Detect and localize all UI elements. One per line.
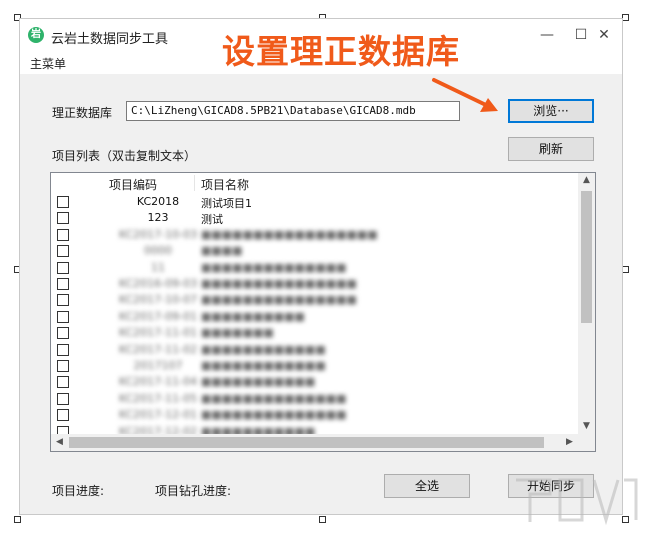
column-separator[interactable] xyxy=(194,175,195,191)
watermark-logo-icon xyxy=(516,478,638,526)
project-code-cell: 123 xyxy=(147,211,169,225)
row-checkbox[interactable] xyxy=(57,294,69,307)
list-header: 项目编码 项目名称 xyxy=(51,173,571,193)
db-label: 理正数据库 xyxy=(52,106,113,120)
project-code-cell: KC2017-11-04 xyxy=(118,375,198,389)
scroll-up-arrow-icon[interactable]: ▲ xyxy=(578,175,595,185)
project-name-cell: ■■■■■■■■■■■■ xyxy=(201,342,326,356)
row-checkbox[interactable] xyxy=(57,261,69,274)
row-checkbox[interactable] xyxy=(57,212,69,225)
annotation-callout: 设置理正数据库 xyxy=(222,32,460,71)
project-name-cell: 测试 xyxy=(201,213,223,227)
list-row[interactable]: 2017107 ■■■■■■■■■■■■ xyxy=(51,359,571,375)
list-row[interactable]: KC2017-11-05 ■■■■■■■■■■■■■■ xyxy=(51,392,571,408)
column-header-name[interactable]: 项目名称 xyxy=(201,176,249,193)
scroll-right-arrow-icon[interactable]: ▶ xyxy=(561,437,578,447)
vertical-scroll-thumb[interactable] xyxy=(581,191,592,323)
close-button[interactable]: ✕ xyxy=(591,25,617,45)
list-row[interactable]: KC2017-09-01 ■■■■■■■■■■ xyxy=(51,310,571,326)
row-checkbox[interactable] xyxy=(57,228,69,241)
list-row[interactable]: KC2017-11-01 ■■■■■■■ xyxy=(51,326,571,342)
row-checkbox[interactable] xyxy=(57,327,69,340)
list-row[interactable]: KC2017-11-02 ■■■■■■■■■■■■ xyxy=(51,343,571,359)
project-name-cell: 测试项目1 xyxy=(201,197,252,210)
browse-button[interactable]: 浏览··· xyxy=(508,99,594,123)
row-checkbox[interactable] xyxy=(57,392,69,405)
refresh-button[interactable]: 刷新 xyxy=(508,137,594,161)
row-checkbox[interactable] xyxy=(57,196,69,208)
column-header-code[interactable]: 项目编码 xyxy=(109,176,157,193)
window-title: 云岩土数据同步工具 xyxy=(51,32,169,47)
list-row[interactable]: KC2017-10-07 ■■■■■■■■■■■■■■■ xyxy=(51,293,571,309)
list-row[interactable]: KC2017-12-01 ■■■■■■■■■■■■■■ xyxy=(51,408,571,424)
project-list-label: 项目列表（双击复制文本） xyxy=(52,149,197,163)
project-code-cell: KC2017-12-01 xyxy=(118,408,198,422)
row-checkbox[interactable] xyxy=(57,245,69,258)
project-name-cell: ■■■■ xyxy=(201,244,243,258)
select-all-button[interactable]: 全选 xyxy=(384,474,470,498)
list-row[interactable]: KC2016-09-03 ■■■■■■■■■■■■■■■ xyxy=(51,277,571,293)
row-checkbox[interactable] xyxy=(57,376,69,389)
project-code-cell: KC2017-09-01 xyxy=(118,309,198,323)
project-list[interactable]: 项目编码 项目名称 KC2018 测试项目1 123 测试 KC2017-10-03 ■■… xyxy=(50,172,596,452)
project-code-cell: KC2017-11-01 xyxy=(118,326,198,340)
project-code-cell: KC2016-09-03 xyxy=(118,277,198,290)
project-code-cell: KC2017-10-07 xyxy=(118,293,198,307)
project-name-cell: ■■■■■■■■■■■■■■ xyxy=(201,391,347,405)
row-checkbox[interactable] xyxy=(57,310,69,323)
list-row[interactable]: KC2017-11-04 ■■■■■■■■■■■ xyxy=(51,375,571,391)
row-checkbox[interactable] xyxy=(57,409,69,422)
list-row[interactable]: 0000 ■■■■ xyxy=(51,244,571,260)
annotation-arrow-icon xyxy=(432,78,498,112)
resize-handle-bottom-left[interactable] xyxy=(14,516,21,523)
app-logo-icon: 岩 xyxy=(28,27,44,43)
project-code-cell: KC2017-11-02 xyxy=(118,342,198,356)
list-row[interactable]: KC2018 测试项目1 xyxy=(51,195,571,211)
project-name-cell: ■■■■■■■■■■■■■■■ xyxy=(201,277,357,290)
row-checkbox[interactable] xyxy=(57,278,69,290)
menu-main[interactable]: 主菜单 xyxy=(30,55,66,72)
list-row[interactable]: 11 ■■■■■■■■■■■■■■ xyxy=(51,261,571,277)
row-checkbox[interactable] xyxy=(57,360,69,372)
project-name-cell: ■■■■■■■■■■■■■■■ xyxy=(201,293,357,307)
project-name-cell: ■■■■■■■■■■■■■■ xyxy=(201,408,347,422)
resize-handle-bottom-center[interactable] xyxy=(319,516,326,523)
scroll-down-arrow-icon[interactable]: ▼ xyxy=(578,421,595,431)
horizontal-scroll-thumb[interactable] xyxy=(69,437,544,448)
project-code-cell: 0000 xyxy=(144,244,172,258)
horizontal-scrollbar[interactable]: ◀ ▶ xyxy=(51,434,579,451)
project-code-cell: KC2017-10-03 xyxy=(118,227,198,241)
db-path-field[interactable]: C:\LiZheng\GICAD8.5PB21\Database\GICAD8.… xyxy=(126,101,460,121)
project-name-cell: ■■■■■■■■■■■■■■■■■ xyxy=(201,227,378,241)
vertical-scrollbar[interactable]: ▲ ▼ xyxy=(578,173,595,435)
drill-progress-label: 项目钻孔进度: xyxy=(155,484,232,498)
list-row[interactable]: KC2017-10-03 ■■■■■■■■■■■■■■■■■ xyxy=(51,228,571,244)
project-name-cell: ■■■■■■■■■■■■ xyxy=(201,359,326,372)
project-code-cell: 2017107 xyxy=(133,359,183,372)
project-name-cell: ■■■■■■■■■■ xyxy=(201,309,305,323)
row-checkbox[interactable] xyxy=(57,343,69,356)
project-code-cell: 11 xyxy=(151,260,165,274)
scroll-left-arrow-icon[interactable]: ◀ xyxy=(51,437,68,447)
resize-handle-top-right[interactable] xyxy=(622,14,629,21)
progress-label: 项目进度: xyxy=(52,484,105,498)
project-name-cell: ■■■■■■■■■■■ xyxy=(201,375,316,389)
project-name-cell: ■■■■■■■■■■■■■■ xyxy=(201,260,347,274)
list-row[interactable]: 123 测试 xyxy=(51,211,571,227)
resize-handle-middle-right[interactable] xyxy=(622,266,629,273)
project-name-cell: ■■■■■■■ xyxy=(201,326,274,340)
project-code-cell: KC2017-11-05 xyxy=(118,391,198,405)
project-code-cell: KC2018 xyxy=(136,195,180,208)
minimize-button[interactable]: — xyxy=(534,25,560,45)
scrollbar-corner xyxy=(578,434,595,451)
